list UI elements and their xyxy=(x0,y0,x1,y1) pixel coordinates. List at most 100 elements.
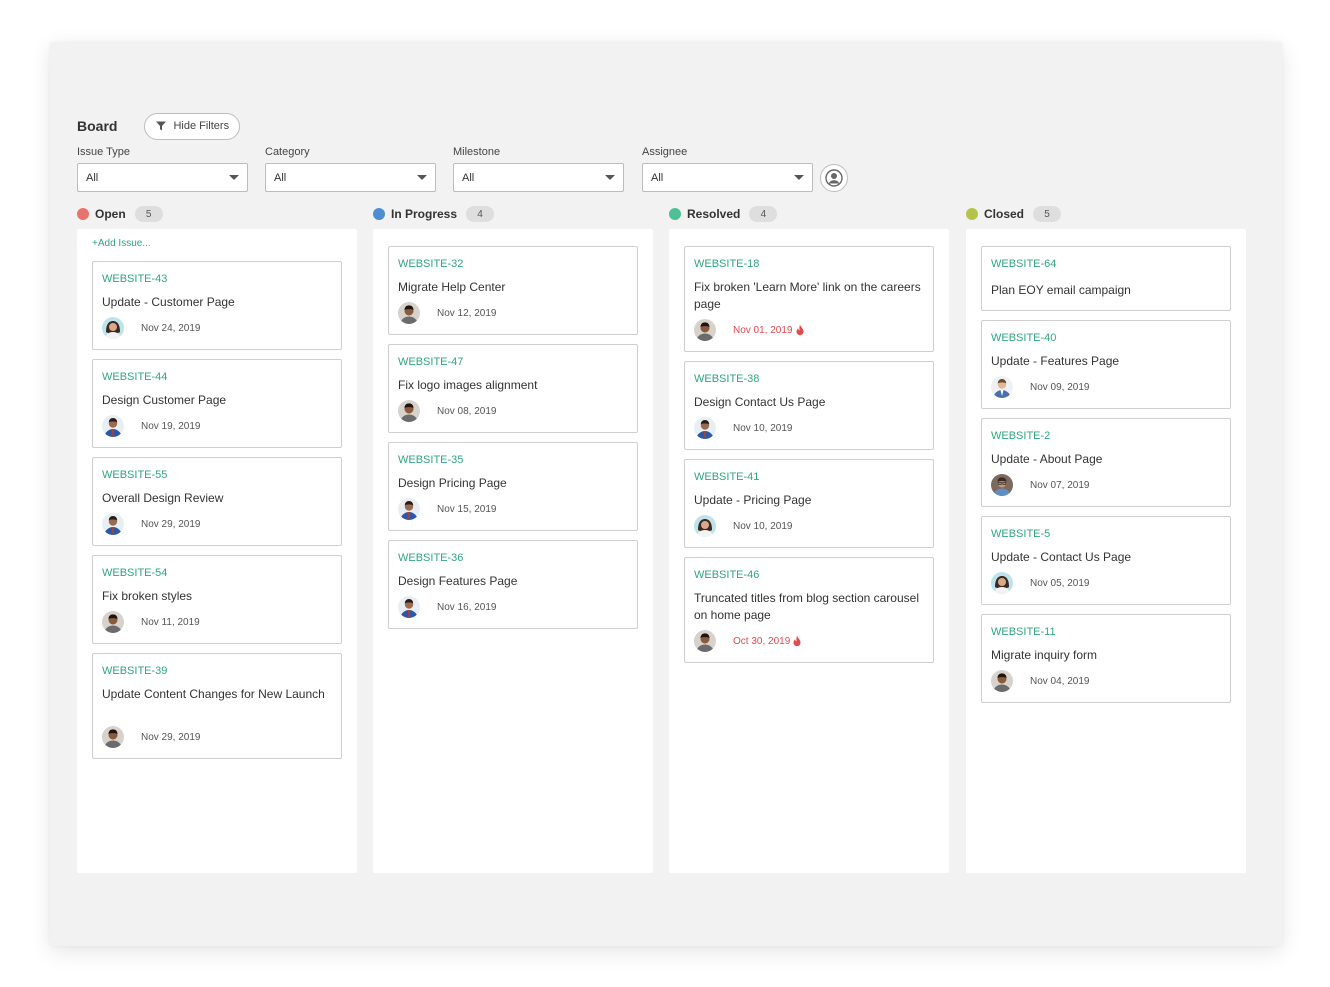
due-date: Nov 05, 2019 xyxy=(1030,577,1090,589)
status-dot xyxy=(966,208,978,220)
issue-id[interactable]: WEBSITE-46 xyxy=(694,569,759,581)
issue-id[interactable]: WEBSITE-11 xyxy=(991,626,1056,638)
issue-id[interactable]: WEBSITE-41 xyxy=(694,471,759,483)
issue-card[interactable]: WEBSITE-5 Update - Contact Us Page Nov 05,… xyxy=(981,516,1231,605)
count-badge: 5 xyxy=(1033,206,1062,222)
column-title: In Progress xyxy=(391,207,458,221)
filter-icon xyxy=(156,121,167,131)
avatar[interactable] xyxy=(991,376,1013,398)
board-column: WEBSITE-18 Fix broken 'Learn More' link o… xyxy=(669,229,949,873)
due-date: Nov 07, 2019 xyxy=(1030,479,1090,491)
avatar[interactable] xyxy=(102,726,124,748)
card-footer: Nov 04, 2019 xyxy=(991,670,1090,692)
avatar[interactable] xyxy=(991,474,1013,496)
avatar[interactable] xyxy=(991,670,1013,692)
card-footer: Nov 01, 2019 xyxy=(694,319,805,341)
status-dot xyxy=(373,208,385,220)
issue-card[interactable]: WEBSITE-40 Update - Features Page Nov 09, … xyxy=(981,320,1231,409)
issue-card[interactable]: WEBSITE-18 Fix broken 'Learn More' link o… xyxy=(684,246,934,352)
issue-card[interactable]: WEBSITE-41 Update - Pricing Page Nov 10, 2… xyxy=(684,459,934,548)
milestone-select[interactable]: All xyxy=(453,163,624,192)
assignee-select[interactable]: All xyxy=(642,163,813,192)
filter-milestone: Milestone All xyxy=(453,146,624,192)
issue-card[interactable]: WEBSITE-36 Design Features Page Nov 16, 20… xyxy=(388,540,638,629)
board-column: WEBSITE-32 Migrate Help Center Nov 12, 201… xyxy=(373,229,653,873)
avatar[interactable] xyxy=(102,415,124,437)
issue-id[interactable]: WEBSITE-54 xyxy=(102,567,167,579)
issue-id[interactable]: WEBSITE-36 xyxy=(398,552,463,564)
avatar[interactable] xyxy=(398,498,420,520)
issue-title: Fix logo images alignment xyxy=(398,378,538,392)
issue-id[interactable]: WEBSITE-44 xyxy=(102,371,167,383)
card-footer: Nov 24, 2019 xyxy=(102,317,201,339)
issue-card[interactable]: WEBSITE-47 Fix logo images alignment Nov 0… xyxy=(388,344,638,433)
count-badge: 5 xyxy=(134,206,163,222)
assign-to-me-button[interactable] xyxy=(820,164,848,192)
card-footer: Nov 05, 2019 xyxy=(991,572,1090,594)
issue-id[interactable]: WEBSITE-55 xyxy=(102,469,167,481)
issue-id[interactable]: WEBSITE-38 xyxy=(694,373,759,385)
due-date: Nov 10, 2019 xyxy=(733,422,793,434)
issue-id[interactable]: WEBSITE-5 xyxy=(991,528,1050,540)
issue-title: Migrate Help Center xyxy=(398,280,506,294)
board-column: +Add Issue... WEBSITE-43 Update - Customer… xyxy=(77,229,357,873)
issue-id[interactable]: WEBSITE-64 xyxy=(991,258,1056,270)
due-date: Nov 01, 2019 xyxy=(733,324,793,336)
issue-type-select[interactable]: All xyxy=(77,163,248,192)
avatar[interactable] xyxy=(102,513,124,535)
issue-id[interactable]: WEBSITE-43 xyxy=(102,273,167,285)
filter-label: Milestone xyxy=(453,146,501,158)
issue-card[interactable]: WEBSITE-32 Migrate Help Center Nov 12, 201… xyxy=(388,246,638,335)
column-title: Closed xyxy=(984,207,1025,221)
due-date: Nov 08, 2019 xyxy=(437,405,497,417)
avatar[interactable] xyxy=(398,596,420,618)
fire-icon xyxy=(793,635,801,647)
issue-title: Migrate inquiry form xyxy=(991,648,1098,662)
issue-title: Design Pricing Page xyxy=(398,476,507,490)
issue-title: Update - Customer Page xyxy=(102,295,235,309)
issue-card[interactable]: WEBSITE-64 Plan EOY email campaign xyxy=(981,246,1231,311)
issue-title: Update - About Page xyxy=(991,452,1103,466)
issue-card[interactable]: WEBSITE-39 Update Content Changes for New… xyxy=(92,653,342,759)
issue-card[interactable]: WEBSITE-2 Update - About Page Nov 07, 2019 xyxy=(981,418,1231,507)
issue-card[interactable]: WEBSITE-44 Design Customer Page Nov 19, 20… xyxy=(92,359,342,448)
avatar[interactable] xyxy=(991,572,1013,594)
avatar[interactable] xyxy=(398,302,420,324)
avatar[interactable] xyxy=(694,630,716,652)
avatar[interactable] xyxy=(694,417,716,439)
avatar[interactable] xyxy=(398,400,420,422)
category-select[interactable]: All xyxy=(265,163,436,192)
issue-id[interactable]: WEBSITE-35 xyxy=(398,454,463,466)
card-footer: Nov 29, 2019 xyxy=(102,513,201,535)
issue-id[interactable]: WEBSITE-18 xyxy=(694,258,759,270)
issue-title: Update - Features Page xyxy=(991,354,1120,368)
hide-filters-button[interactable]: Hide Filters xyxy=(144,112,241,140)
card-footer: Nov 16, 2019 xyxy=(398,596,497,618)
issue-id[interactable]: WEBSITE-40 xyxy=(991,332,1056,344)
issue-id[interactable]: WEBSITE-32 xyxy=(398,258,463,270)
filter-assignee: Assignee All xyxy=(642,146,813,192)
avatar[interactable] xyxy=(102,611,124,633)
caret-down-icon xyxy=(605,175,615,180)
issue-id[interactable]: WEBSITE-39 xyxy=(102,665,167,677)
issue-card[interactable]: WEBSITE-55 Overall Design Review Nov 29, 2… xyxy=(92,457,342,546)
avatar[interactable] xyxy=(102,317,124,339)
issue-card[interactable]: WEBSITE-11 Migrate inquiry form Nov 04, 20… xyxy=(981,614,1231,703)
column-header-resolved: Resolved 4 xyxy=(669,206,778,222)
caret-down-icon xyxy=(794,175,804,180)
issue-card[interactable]: WEBSITE-54 Fix broken styles Nov 11, 2019 xyxy=(92,555,342,644)
add-issue-link[interactable]: +Add Issue... xyxy=(92,238,151,249)
avatar[interactable] xyxy=(694,515,716,537)
issue-title: Update - Contact Us Page xyxy=(991,550,1132,564)
card-footer: Nov 11, 2019 xyxy=(102,611,200,633)
card-footer: Nov 07, 2019 xyxy=(991,474,1090,496)
issue-card[interactable]: WEBSITE-38 Design Contact Us Page Nov 10, … xyxy=(684,361,934,450)
issue-card[interactable]: WEBSITE-35 Design Pricing Page Nov 15, 201… xyxy=(388,442,638,531)
issue-id[interactable]: WEBSITE-2 xyxy=(991,430,1050,442)
issue-card[interactable]: WEBSITE-43 Update - Customer Page Nov 24, … xyxy=(92,261,342,350)
issue-id[interactable]: WEBSITE-47 xyxy=(398,356,463,368)
column-header-open: Open 5 xyxy=(77,206,163,222)
filter-label: Issue Type xyxy=(77,146,130,158)
issue-card[interactable]: WEBSITE-46 Truncated titles from blog sec… xyxy=(684,557,934,663)
avatar[interactable] xyxy=(694,319,716,341)
